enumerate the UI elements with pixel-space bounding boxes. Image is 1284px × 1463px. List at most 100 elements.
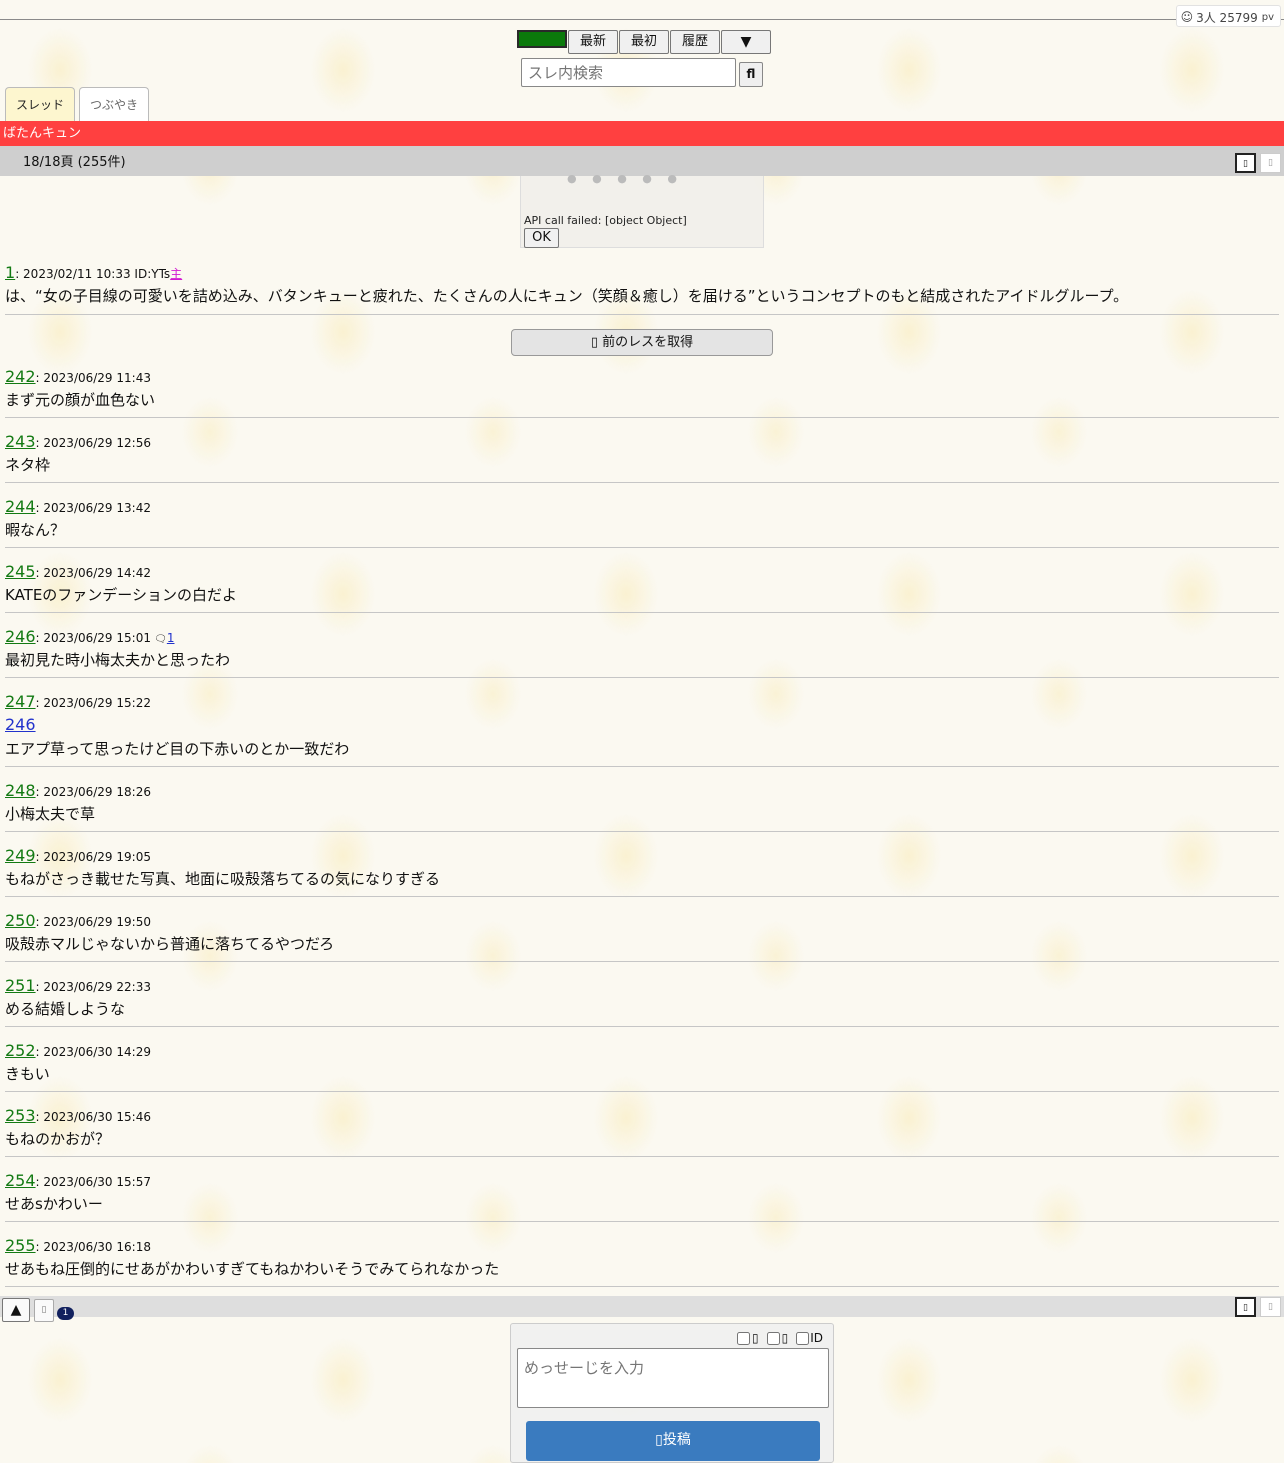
message-input[interactable] — [517, 1348, 829, 1408]
post-number-link[interactable]: 1 — [5, 263, 15, 282]
post-number-link[interactable]: 250 — [5, 911, 36, 930]
option-id: ID — [796, 1331, 823, 1345]
post-header: 1: 2023/02/11 10:33 ID:YTs主 — [5, 262, 1279, 284]
load-previous-button[interactable]: ▯ 前のレスを取得 — [511, 329, 773, 356]
top-divider — [0, 19, 1284, 20]
reply-anchor-link[interactable]: 246 — [5, 713, 1279, 737]
post-body: きもい — [5, 1065, 50, 1083]
post-body: エアプ草って思ったけど目の下赤いのとか一致だわ — [5, 740, 350, 758]
post-header: 254: 2023/06/30 15:57 — [5, 1170, 1279, 1192]
post-header: 242: 2023/06/29 11:43 — [5, 366, 1279, 388]
bottom-toolbar: ▲ ▯ 1 ▯ ▯ — [0, 1296, 1284, 1322]
bottom-view-toggle-button[interactable]: ▯ — [1235, 1297, 1256, 1317]
option-2-checkbox[interactable] — [766, 1331, 780, 1345]
post-date: 2023/06/30 15:57 — [43, 1175, 151, 1189]
post-number-link[interactable]: 242 — [5, 367, 36, 386]
post-body: せあsかわいー — [5, 1195, 103, 1213]
post-item: 252: 2023/06/30 14:29 きもい — [5, 1040, 1279, 1092]
post-form: ▯ ▯ ID ▯投稿 — [510, 1323, 834, 1463]
load-previous-label: 前のレスを取得 — [602, 335, 694, 350]
post-date: 2023/06/29 19:50 — [43, 915, 151, 929]
bottom-mid-button[interactable]: ▯ — [34, 1299, 54, 1322]
submit-label: 投稿 — [662, 1432, 691, 1448]
post-date: 2023/06/29 11:43 — [43, 371, 151, 385]
post-item: 244: 2023/06/29 13:42 暇なん？ — [5, 496, 1279, 548]
post-header: 253: 2023/06/30 15:46 — [5, 1105, 1279, 1127]
search-input[interactable] — [521, 58, 736, 87]
post-number-link[interactable]: 244 — [5, 497, 36, 516]
post-number-link[interactable]: 255 — [5, 1236, 36, 1255]
tab-thread[interactable]: スレッド — [5, 87, 76, 121]
post-date: 2023/06/30 15:46 — [43, 1110, 151, 1124]
counter-unit: pv — [1261, 11, 1274, 23]
post-header: 249: 2023/06/29 19:05 — [5, 845, 1279, 867]
post-number-link[interactable]: 247 — [5, 692, 36, 711]
post-number-link[interactable]: 253 — [5, 1106, 36, 1125]
post-number-link[interactable]: 243 — [5, 432, 36, 451]
tab-tweet[interactable]: つぶやき — [79, 87, 150, 121]
post-item: 247: 2023/06/29 15:22 246 エアプ草って思ったけど目の下赤い… — [5, 691, 1279, 767]
post-item: 246: 2023/06/29 15:01 🗨1 最初見た時小梅太夫かと思ったわ — [5, 626, 1279, 678]
option-1-checkbox[interactable] — [737, 1331, 750, 1345]
post-date: 2023/06/30 16:18 — [43, 1240, 151, 1254]
post-number-link[interactable]: 251 — [5, 976, 36, 995]
ok-button[interactable]: OK — [524, 228, 559, 248]
post-body: まず元の顔が血色ない — [5, 391, 156, 409]
reply-count-link[interactable]: 1 — [167, 631, 175, 645]
dropdown-button[interactable]: ▼ — [721, 30, 771, 54]
post-body: 吸殻赤マルじゃないから普通に落ちてるやつだろ — [5, 935, 335, 953]
post-header: 250: 2023/06/29 19:50 — [5, 910, 1279, 932]
submit-button[interactable]: ▯投稿 — [526, 1421, 820, 1461]
chat-face-icon: ☺ — [1180, 10, 1194, 24]
post-item: 253: 2023/06/30 15:46 もねのかおが？ — [5, 1105, 1279, 1157]
post-item: 242: 2023/06/29 11:43 まず元の顔が血色ない — [5, 366, 1279, 418]
post-item: 248: 2023/06/29 18:26 小梅太夫で草 — [5, 780, 1279, 832]
owner-link[interactable]: 主 — [170, 267, 182, 281]
post-body: もねがさっき載せた写真、地面に吸殻落ちてるの気になりすぎる — [5, 870, 441, 888]
post-date: 2023/06/30 14:29 — [43, 1045, 151, 1059]
post-number-link[interactable]: 249 — [5, 846, 36, 865]
green-nav-button[interactable] — [517, 30, 567, 48]
post-date: 2023/06/29 14:42 — [43, 566, 151, 580]
post-number-link[interactable]: 248 — [5, 781, 36, 800]
post-header: 255: 2023/06/30 16:18 — [5, 1235, 1279, 1257]
scroll-top-button[interactable]: ▲ — [2, 1298, 30, 1322]
reply-bubble-icon: 🗨 — [150, 634, 167, 645]
post-body: める結婚しような — [5, 1000, 126, 1018]
post-item: 249: 2023/06/29 19:05 もねがさっき載せた写真、地面に吸殻落ち… — [5, 845, 1279, 897]
post-item: 250: 2023/06/29 19:50 吸殻赤マルじゃないから普通に落ちてるや… — [5, 910, 1279, 962]
loading-indicator-icon: ● ● ● ● ● — [567, 172, 683, 185]
option-1: ▯ — [737, 1331, 759, 1345]
first-button[interactable]: 最初 — [619, 30, 669, 54]
view-toggle-button[interactable]: ▯ — [1235, 153, 1256, 173]
post-number-link[interactable]: 254 — [5, 1171, 36, 1190]
notification-badge: 1 — [57, 1307, 74, 1320]
post-header: 244: 2023/06/29 13:42 — [5, 496, 1279, 518]
post-number-link[interactable]: 252 — [5, 1041, 36, 1060]
error-dialog: ● ● ● ● ● API call failed: [object Objec… — [520, 172, 764, 248]
thread-title: ばたんキュン — [0, 121, 1284, 146]
prev-icon: ▯ — [590, 335, 603, 350]
bottom-view-toggle-alt-button[interactable]: ▯ — [1260, 1297, 1281, 1317]
page-indicator: 18/18頁 (255件) — [23, 155, 126, 170]
id-checkbox[interactable] — [796, 1331, 810, 1345]
post-header: 246: 2023/06/29 15:01 🗨1 — [5, 626, 1279, 648]
post-header: 248: 2023/06/29 18:26 — [5, 780, 1279, 802]
post-body: 最初見た時小梅太夫かと思ったわ — [5, 651, 231, 669]
post-number-link[interactable]: 246 — [5, 627, 36, 646]
post-date: 2023/06/29 19:05 — [43, 850, 151, 864]
post-header: 251: 2023/06/29 22:33 — [5, 975, 1279, 997]
post-date: 2023/06/29 12:56 — [43, 436, 151, 450]
post-header: 245: 2023/06/29 14:42 — [5, 561, 1279, 583]
post-number-link[interactable]: 245 — [5, 562, 36, 581]
search-button[interactable]: fl — [739, 62, 763, 87]
post-options: ▯ ▯ ID — [737, 1331, 823, 1345]
submit-icon: ▯ — [655, 1432, 663, 1448]
post-body: KATEのファンデーションの白だよ — [5, 586, 238, 604]
post-date: 2023/06/29 15:01 — [43, 631, 151, 645]
post-date: 2023/06/29 18:26 — [43, 785, 151, 799]
post-date: 2023/06/29 13:42 — [43, 501, 151, 515]
history-button[interactable]: 履歴 — [670, 30, 720, 54]
view-toggle-alt-button[interactable]: ▯ — [1260, 153, 1281, 173]
latest-button[interactable]: 最新 — [568, 30, 618, 54]
